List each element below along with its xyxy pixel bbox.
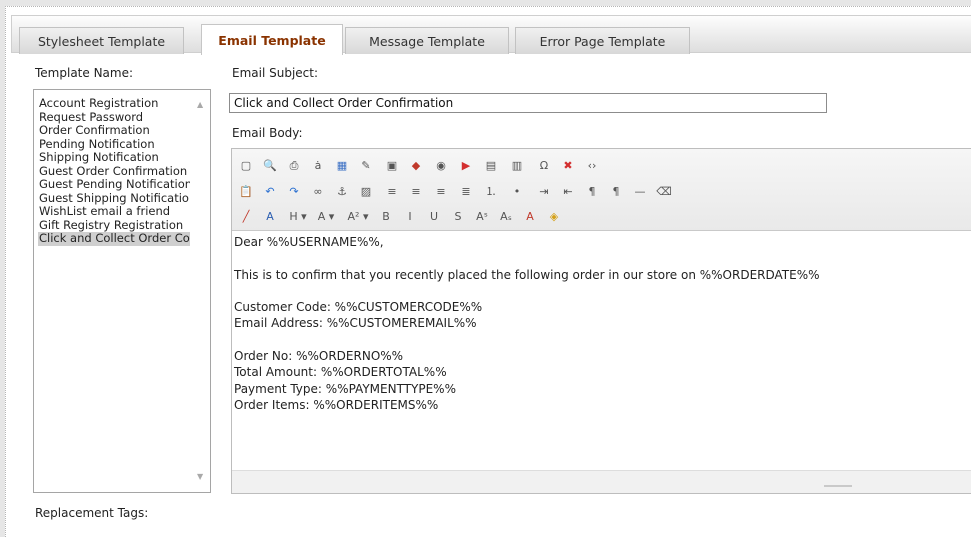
align-right-icon[interactable]: ≡ bbox=[431, 180, 451, 202]
ordered-list-icon[interactable]: ⒈ bbox=[481, 180, 501, 202]
insert-youtube-icon[interactable]: ▶ bbox=[456, 154, 476, 176]
superscript-icon[interactable]: Aˢ bbox=[472, 205, 492, 227]
template-list-item[interactable]: Pending Notification bbox=[38, 138, 190, 152]
italic-icon[interactable]: I bbox=[400, 205, 420, 227]
paste-icon[interactable]: 📋 bbox=[236, 180, 256, 202]
insert-document-icon[interactable]: ▤ bbox=[481, 154, 501, 176]
html-source-icon[interactable]: ‹› bbox=[582, 154, 602, 176]
tab-email-template[interactable]: Email Template bbox=[201, 24, 343, 55]
insert-image-icon[interactable]: ▣ bbox=[382, 154, 402, 176]
scroll-up-arrow-icon[interactable]: ▲ bbox=[197, 101, 203, 109]
template-list-item[interactable]: Order Confirmation bbox=[38, 124, 190, 138]
unordered-list-icon[interactable]: • bbox=[507, 180, 527, 202]
heading-dropdown[interactable]: H ▾ bbox=[284, 205, 312, 227]
template-list-item[interactable]: Guest Shipping Notification bbox=[38, 192, 190, 206]
template-list-item[interactable]: Click and Collect Order Confirmation bbox=[38, 232, 190, 246]
email-subject-label: Email Subject: bbox=[232, 66, 319, 80]
find-icon[interactable]: 🔍 bbox=[260, 154, 280, 176]
editor-resize-bar[interactable] bbox=[232, 470, 971, 493]
replacement-tags-label: Replacement Tags: bbox=[35, 506, 149, 520]
tab-message-template[interactable]: Message Template bbox=[345, 27, 509, 54]
template-list-item[interactable]: Gift Registry Registration bbox=[38, 219, 190, 233]
align-justify-icon[interactable]: ≣ bbox=[456, 180, 476, 202]
special-character-icon[interactable]: Ω bbox=[534, 154, 554, 176]
anchor-icon[interactable]: ⚓ bbox=[332, 180, 352, 202]
indent-icon[interactable]: ⇥ bbox=[534, 180, 554, 202]
redo-icon[interactable]: ↷ bbox=[284, 180, 304, 202]
template-list-item[interactable]: Shipping Notification bbox=[38, 151, 190, 165]
email-body-label: Email Body: bbox=[232, 126, 303, 140]
image-icon[interactable]: ▨ bbox=[356, 180, 376, 202]
body-line: This is to confirm that you recently pla… bbox=[234, 267, 820, 282]
body-line: Order Items: %%ORDERITEMS%% bbox=[234, 397, 439, 412]
undo-icon[interactable]: ↶ bbox=[260, 180, 280, 202]
body-line: Customer Code: %%CUSTOMERCODE%% bbox=[234, 300, 483, 315]
body-line: Email Address: %%CUSTOMEREMAIL%% bbox=[234, 316, 477, 331]
rtl-icon[interactable]: ¶ bbox=[606, 180, 626, 202]
template-list-item[interactable]: Account Registration bbox=[38, 97, 190, 111]
font-dropdown[interactable]: A ▾ bbox=[312, 205, 340, 227]
print-icon[interactable]: ⎙ bbox=[284, 154, 304, 176]
horizontal-rule-icon[interactable]: — bbox=[630, 180, 650, 202]
tab-error-page-template[interactable]: Error Page Template bbox=[515, 27, 690, 54]
email-body-editor[interactable]: ▢ 🔍 ⎙ ȧ ▦ ✎ ▣ ◆ ◉ ▶ ▤ ▥ Ω ✖ ‹› 📋 ↶ ↷ ∞ ⚓ ▨ ≡ ≡ ≡ ≣ ⒈ • ⇥ ⇤ ¶ ¶ — ⌫ ╱ A H … bbox=[231, 148, 971, 494]
font-size-dropdown[interactable]: A² ▾ bbox=[344, 205, 372, 227]
ltr-icon[interactable]: ¶ bbox=[582, 180, 602, 202]
body-line: Payment Type: %%PAYMENTTYPE%% bbox=[234, 381, 456, 396]
template-list: Account Registration Request Password Orde… bbox=[34, 90, 190, 246]
bold-icon[interactable]: B bbox=[376, 205, 396, 227]
link-icon[interactable]: ∞ bbox=[308, 180, 328, 202]
listbox-scrollbar[interactable]: ▲ ▼ bbox=[193, 90, 210, 492]
highlight-icon[interactable]: ◈ bbox=[544, 205, 564, 227]
body-line bbox=[234, 332, 971, 348]
email-body-content[interactable]: Dear %%USERNAME%%, This is to confirm th… bbox=[232, 231, 971, 461]
style-icon[interactable]: A bbox=[260, 205, 280, 227]
strikethrough-icon[interactable]: S bbox=[448, 205, 468, 227]
brush-icon[interactable]: ╱ bbox=[236, 205, 256, 227]
resize-grip-icon[interactable] bbox=[824, 485, 852, 487]
tab-stylesheet-template[interactable]: Stylesheet Template bbox=[19, 27, 184, 54]
template-list-item[interactable]: Guest Pending Notification bbox=[38, 178, 190, 192]
eraser-icon[interactable]: ⌫ bbox=[654, 180, 674, 202]
template-name-listbox[interactable]: Account Registration Request Password Orde… bbox=[33, 89, 211, 493]
body-line: Order No: %%ORDERNO%% bbox=[234, 349, 404, 364]
body-line: Dear %%USERNAME%%, bbox=[234, 235, 384, 249]
underline-icon[interactable]: U bbox=[424, 205, 444, 227]
insert-flash-icon[interactable]: ◆ bbox=[406, 154, 426, 176]
template-list-item[interactable]: Request Password bbox=[38, 111, 190, 125]
template-icon[interactable]: ▥ bbox=[507, 154, 527, 176]
font-color-icon[interactable]: A bbox=[520, 205, 540, 227]
body-line bbox=[234, 250, 971, 266]
body-line bbox=[234, 283, 971, 299]
template-list-item[interactable]: Guest Order Confirmation bbox=[38, 165, 190, 179]
email-subject-input[interactable] bbox=[229, 93, 827, 113]
editor-toolbar: ▢ 🔍 ⎙ ȧ ▦ ✎ ▣ ◆ ◉ ▶ ▤ ▥ Ω ✖ ‹› 📋 ↶ ↷ ∞ ⚓ ▨ ≡ ≡ ≡ ≣ ⒈ • ⇥ ⇤ ¶ ¶ — ⌫ ╱ A H … bbox=[232, 149, 971, 231]
scroll-down-arrow-icon[interactable]: ▼ bbox=[197, 473, 203, 481]
template-name-label: Template Name: bbox=[35, 66, 134, 80]
select-all-icon[interactable]: ▢ bbox=[236, 154, 256, 176]
align-center-icon[interactable]: ≡ bbox=[406, 180, 426, 202]
template-list-item[interactable]: WishList email a friend bbox=[38, 205, 190, 219]
align-left-icon[interactable]: ≡ bbox=[382, 180, 402, 202]
insert-form-icon[interactable]: ✎ bbox=[356, 154, 376, 176]
remove-format-icon[interactable]: ✖ bbox=[558, 154, 578, 176]
insert-media-icon[interactable]: ◉ bbox=[431, 154, 451, 176]
insert-table-icon[interactable]: ▦ bbox=[332, 154, 352, 176]
outdent-icon[interactable]: ⇤ bbox=[558, 180, 578, 202]
subscript-icon[interactable]: Aₛ bbox=[496, 205, 516, 227]
body-line: Total Amount: %%ORDERTOTAL%% bbox=[234, 365, 447, 380]
replace-icon[interactable]: ȧ bbox=[308, 154, 328, 176]
